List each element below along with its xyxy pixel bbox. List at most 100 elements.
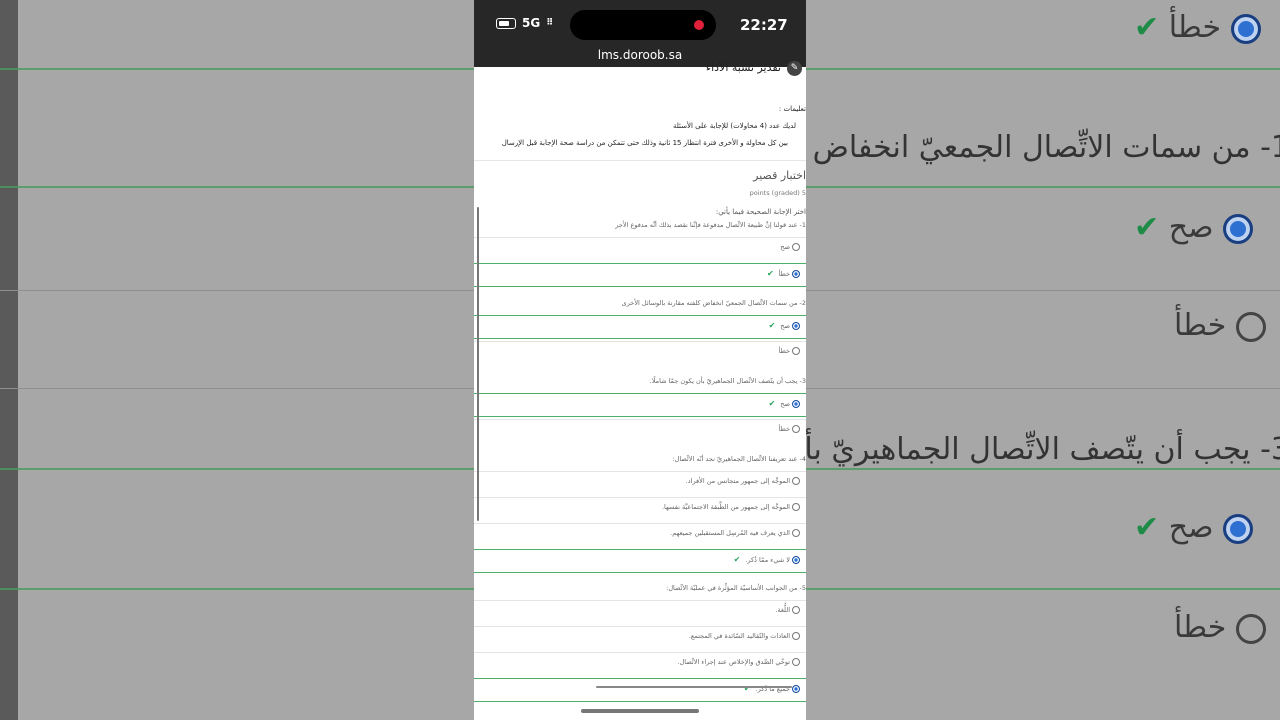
answer-option[interactable]: خطأ bbox=[474, 341, 806, 364]
check-icon: ✔ bbox=[733, 555, 741, 564]
background-row-divider bbox=[806, 68, 1280, 70]
background-row-divider bbox=[0, 588, 474, 590]
check-icon: ✔ bbox=[1134, 10, 1160, 45]
background-row-divider bbox=[806, 468, 1280, 470]
answer-option-content: لا شيء ممّا ذُكر. ✔ bbox=[734, 555, 800, 564]
answer-option[interactable]: صح bbox=[474, 237, 806, 260]
instructions-heading: تعليمات : bbox=[778, 105, 806, 113]
radio-selected-icon[interactable] bbox=[792, 269, 800, 278]
radio-empty-icon[interactable] bbox=[792, 606, 800, 614]
radio-empty-icon[interactable] bbox=[792, 658, 800, 666]
quiz-title: اختبار قصير bbox=[753, 169, 806, 182]
answer-option[interactable]: جميع ما ذُكر. ✔ bbox=[474, 678, 806, 702]
horizontal-scrollbar[interactable] bbox=[596, 686, 792, 688]
background-row-divider bbox=[806, 588, 1280, 590]
answer-option-content: صح bbox=[780, 243, 800, 251]
answer-option[interactable]: الذي يعرف فيه المُرسِل المستقبلين جميعهم… bbox=[474, 523, 806, 546]
answer-option[interactable]: توخّي الصِّدق والإخلاص عند إجراء الاتِّص… bbox=[474, 652, 806, 675]
background-answer-label: خطأ bbox=[1168, 10, 1221, 45]
answer-option[interactable]: خطأ ✔ bbox=[474, 263, 806, 287]
background-answer-label: صح bbox=[1168, 510, 1214, 545]
answer-option[interactable]: اللُّغة. bbox=[474, 600, 806, 623]
dynamic-island bbox=[570, 10, 716, 40]
answer-option-content: صح ✔ bbox=[769, 399, 800, 408]
background-right-blur: خطأ ✔ 1- من سمات الاتِّصال الجمعيّ انخفا… bbox=[806, 0, 1280, 720]
check-icon: ✔ bbox=[768, 321, 776, 330]
radio-selected-icon bbox=[1230, 13, 1261, 44]
quiz-prompt: اختر الإجابة الصحيحة فيما يأتي: bbox=[715, 208, 806, 216]
answer-option-content: خطأ bbox=[779, 425, 800, 433]
answer-label: خطأ bbox=[778, 347, 790, 355]
background-left-blur bbox=[0, 0, 474, 720]
background-question: 3- يجب أن يتّصف الاتِّصال الجماهيريّ بأن… bbox=[806, 432, 1280, 467]
answer-label: لا شيء ممّا ذُكر. bbox=[745, 555, 790, 564]
answer-option[interactable]: لا شيء ممّا ذُكر. ✔ bbox=[474, 549, 806, 573]
background-answer: صح ✔ bbox=[1134, 210, 1254, 245]
answer-label: العادات والتّقاليد السّائدة في المجتمع. bbox=[688, 632, 790, 640]
radio-empty-icon bbox=[1235, 311, 1266, 342]
radio-empty-icon[interactable] bbox=[792, 529, 800, 537]
radio-selected-icon[interactable] bbox=[792, 399, 800, 408]
background-question: 1- من سمات الاتِّصال الجمعيّ انخفاض كلفت… bbox=[806, 130, 1280, 165]
answer-label: صح bbox=[780, 321, 790, 330]
background-row-divider bbox=[0, 186, 474, 188]
answer-label: اللُّغة. bbox=[775, 606, 790, 614]
radio-selected-icon[interactable] bbox=[792, 321, 800, 330]
background-answer-label: خطأ bbox=[1174, 610, 1227, 645]
answer-option-content: صح ✔ bbox=[769, 321, 800, 330]
background-answer: صح ✔ bbox=[1134, 510, 1254, 545]
network-status: 5G ⠿ bbox=[496, 16, 553, 30]
answer-label: خطأ bbox=[778, 269, 790, 278]
radio-empty-icon[interactable] bbox=[792, 632, 800, 640]
background-answer: خطأ ✔ bbox=[1134, 10, 1261, 45]
background-edge bbox=[0, 0, 18, 720]
clock: 22:27 bbox=[740, 16, 788, 34]
background-answer-label: صح bbox=[1168, 210, 1214, 245]
question-text: 1- عند قولنا إنَّ طبيعة الاتِّصال مدفوعة… bbox=[615, 221, 806, 229]
radio-selected-icon bbox=[1223, 513, 1254, 544]
instructions-line: لديك عدد (4 محاولات) للإجابة على الأسئلة bbox=[672, 122, 796, 130]
radio-empty-icon[interactable] bbox=[792, 503, 800, 511]
answer-option[interactable]: الموجَّه إلى جمهور من الطَّبقة الاجتماعي… bbox=[474, 497, 806, 520]
radio-empty-icon[interactable] bbox=[792, 477, 800, 485]
answer-option-content: الموجَّه إلى جمهور متجانس من الأفراد. bbox=[686, 477, 800, 485]
background-question-text: 3- يجب أن يتّصف الاتِّصال الجماهيريّ بأن… bbox=[806, 432, 1280, 467]
edit-icon: ✎ bbox=[787, 61, 802, 76]
check-icon: ✔ bbox=[1134, 210, 1160, 245]
instructions-line: بين كل محاولة و الأخرى فترة انتظار 15 ثا… bbox=[501, 139, 788, 147]
page-content: ✎ تقدير نسبة الأداء تعليمات : لديك عدد (… bbox=[474, 61, 806, 720]
background-row-divider bbox=[0, 388, 474, 389]
answer-label: صح bbox=[780, 399, 790, 408]
points-label: points (graded) 5 bbox=[749, 189, 806, 197]
answer-option[interactable]: صح ✔ bbox=[474, 393, 806, 417]
radio-empty-icon[interactable] bbox=[792, 347, 800, 355]
radio-selected-icon[interactable] bbox=[792, 555, 800, 564]
answer-option[interactable]: العادات والتّقاليد السّائدة في المجتمع. bbox=[474, 626, 806, 649]
background-row-divider bbox=[0, 68, 474, 70]
answer-option[interactable]: الموجَّه إلى جمهور متجانس من الأفراد. bbox=[474, 471, 806, 494]
background-row-divider bbox=[0, 290, 474, 291]
background-row-divider bbox=[0, 468, 474, 470]
radio-empty-icon[interactable] bbox=[792, 243, 800, 251]
radio-selected-icon[interactable] bbox=[792, 684, 800, 693]
check-icon: ✔ bbox=[766, 269, 774, 278]
answer-option-content: الذي يعرف فيه المُرسِل المستقبلين جميعهم… bbox=[670, 529, 800, 537]
background-answer: خطأ bbox=[1174, 610, 1266, 645]
question-text: 2- من سمات الاتِّصال الجمعيّ انخفاض كلفت… bbox=[621, 299, 806, 307]
home-indicator[interactable] bbox=[581, 709, 699, 713]
address-bar[interactable]: lms.doroob.sa bbox=[474, 48, 806, 62]
question-text: 5- من الجوانب الأساسيّة المؤثِّرة في عمل… bbox=[666, 584, 806, 592]
check-icon: ✔ bbox=[1134, 510, 1160, 545]
page-title: تقدير نسبة الأداء bbox=[705, 61, 781, 74]
scrollbar[interactable] bbox=[477, 207, 479, 521]
answer-label: الذي يعرف فيه المُرسِل المستقبلين جميعهم… bbox=[670, 529, 790, 537]
radio-empty-icon[interactable] bbox=[792, 425, 800, 433]
question-text: 4- عند تعريفنا الاتِّصال الجماهيريّ نجد … bbox=[672, 455, 806, 463]
answer-option-content: اللُّغة. bbox=[775, 606, 800, 614]
radio-selected-icon bbox=[1223, 213, 1254, 244]
background-answer: خطأ bbox=[1174, 308, 1266, 343]
status-bar: 5G ⠿ 22:27 lms.doroob.sa bbox=[474, 0, 806, 67]
answer-option[interactable]: صح ✔ bbox=[474, 315, 806, 339]
answer-option[interactable]: خطأ bbox=[474, 419, 806, 442]
check-icon: ✔ bbox=[768, 399, 776, 408]
